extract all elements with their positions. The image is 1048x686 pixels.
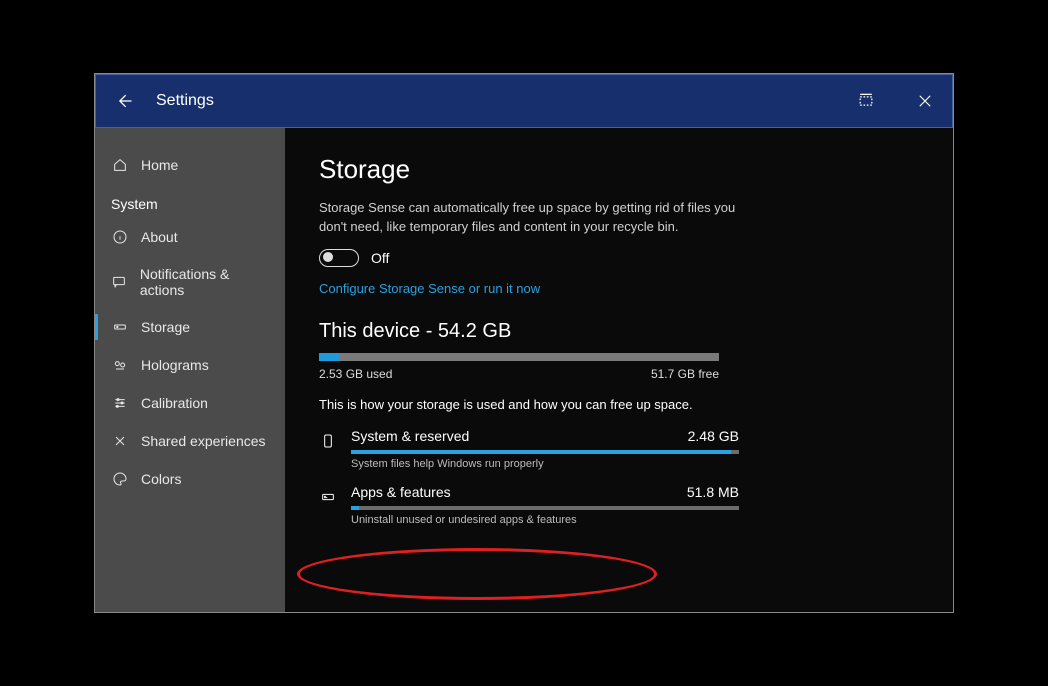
device-heading: This device - 54.2 GB — [319, 320, 919, 343]
close-button[interactable] — [916, 92, 934, 110]
toggle-state-label: Off — [371, 250, 389, 266]
sidebar-item-label: Calibration — [141, 395, 208, 411]
close-icon — [916, 92, 934, 110]
usage-explanation: This is how your storage is used and how… — [319, 397, 919, 412]
info-icon — [111, 228, 129, 246]
free-label: 51.7 GB free — [651, 367, 719, 381]
category-name: System & reserved — [351, 428, 469, 444]
device-usage-legend: 2.53 GB used 51.7 GB free — [319, 367, 719, 381]
sidebar-item-label: Home — [141, 157, 178, 173]
holograms-icon — [111, 356, 129, 374]
category-sub: System files help Windows run properly — [351, 458, 739, 470]
sidebar-item-label: Shared experiences — [141, 433, 266, 449]
toggle-switch[interactable] — [319, 249, 359, 267]
settings-window: Settings Home System About — [94, 73, 954, 613]
sidebar-item-shared[interactable]: Shared experiences — [95, 422, 285, 460]
category-apps-features[interactable]: Apps & features 51.8 MB Uninstall unused… — [319, 478, 739, 534]
sliders-icon — [111, 394, 129, 412]
category-size: 51.8 MB — [687, 484, 739, 500]
sidebar: Home System About Notifications & action… — [95, 128, 285, 612]
drive-icon — [111, 318, 129, 336]
sidebar-item-about[interactable]: About — [95, 218, 285, 256]
palette-icon — [111, 470, 129, 488]
content-pane: Storage Storage Sense can automatically … — [285, 128, 953, 612]
sidebar-item-holograms[interactable]: Holograms — [95, 346, 285, 384]
sidebar-item-colors[interactable]: Colors — [95, 460, 285, 498]
sidebar-item-label: Colors — [141, 471, 181, 487]
category-name: Apps & features — [351, 484, 451, 500]
sidebar-item-label: Storage — [141, 319, 190, 335]
window-body: Home System About Notifications & action… — [95, 128, 953, 612]
device-usage-bar — [319, 353, 719, 361]
comment-icon — [111, 273, 128, 291]
used-label: 2.53 GB used — [319, 367, 392, 381]
sidebar-item-storage[interactable]: Storage — [95, 308, 285, 346]
titlebar: Settings — [95, 74, 953, 128]
category-bar — [351, 506, 739, 510]
category-size: 2.48 GB — [688, 428, 739, 444]
share-icon — [111, 432, 129, 450]
sidebar-item-calibration[interactable]: Calibration — [95, 384, 285, 422]
sidebar-item-label: Notifications & actions — [140, 266, 269, 298]
device-icon — [319, 428, 337, 452]
sidebar-section-system: System — [95, 184, 285, 218]
sidebar-item-notifications[interactable]: Notifications & actions — [95, 256, 285, 308]
page-heading: Storage — [319, 154, 919, 185]
back-button[interactable] — [114, 91, 134, 111]
window-title: Settings — [156, 92, 214, 110]
sidebar-item-label: About — [141, 229, 178, 245]
sidebar-item-home[interactable]: Home — [95, 146, 285, 184]
device-usage-fill — [319, 353, 339, 361]
home-icon — [111, 156, 129, 174]
sidebar-item-label: Holograms — [141, 357, 209, 373]
configure-storage-sense-link[interactable]: Configure Storage Sense or run it now — [319, 281, 540, 296]
category-sub: Uninstall unused or undesired apps & fea… — [351, 514, 739, 526]
category-fill — [351, 450, 731, 454]
storage-sense-toggle[interactable]: Off — [319, 249, 919, 267]
annotation-ellipse — [297, 548, 657, 600]
apps-icon — [319, 484, 337, 508]
storage-sense-description: Storage Sense can automatically free up … — [319, 199, 739, 237]
window-frame-icon — [856, 91, 876, 111]
category-bar — [351, 450, 739, 454]
category-system-reserved[interactable]: System & reserved 2.48 GB System files h… — [319, 422, 739, 478]
follow-me-button[interactable] — [856, 91, 876, 111]
arrow-left-icon — [114, 91, 134, 111]
category-fill — [351, 506, 359, 510]
